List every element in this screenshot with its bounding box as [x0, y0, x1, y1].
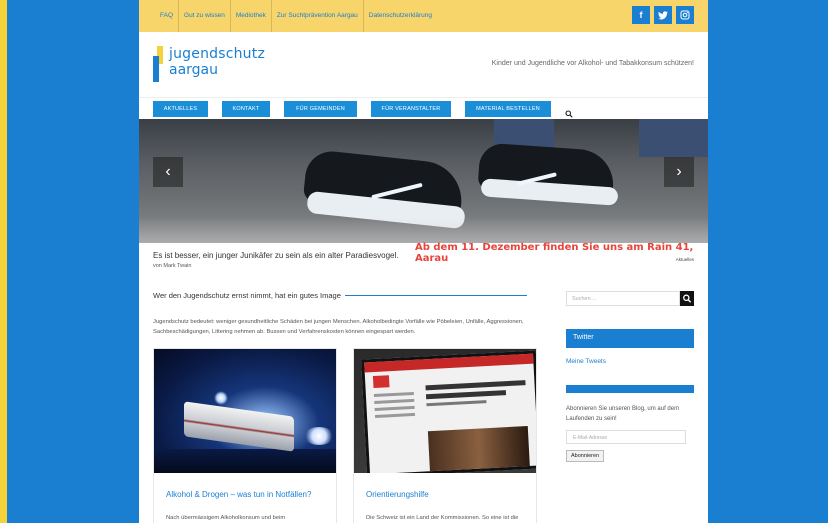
social-links: f	[632, 6, 694, 24]
tablet-screen	[361, 350, 536, 473]
logo-blue-bar	[153, 56, 159, 82]
search-input[interactable]: Suchen ...	[566, 291, 680, 306]
quote-area: Es ist besser, ein junger Junikäfer zu s…	[139, 242, 708, 279]
section-title-rule	[344, 295, 527, 296]
main-nav: AKTUELLES KONTAKT FÜR GEMEINDEN FÜR VERA…	[139, 98, 708, 120]
search-icon[interactable]	[565, 105, 573, 118]
left-accent-stripe	[0, 0, 7, 523]
site-logo[interactable]: jugendschutz aargau	[153, 46, 265, 86]
twitter-icon[interactable]	[654, 6, 672, 24]
site-tagline: Kinder und Jugendliche vor Alkohol- und …	[491, 60, 694, 67]
slider-prev-arrow[interactable]: ‹	[153, 157, 183, 187]
wet-floor-reflection	[139, 217, 708, 243]
post-excerpt: Nach übermässigem Alkoholkonsum und beim	[166, 515, 286, 521]
intro-text: Jugendschutz bedeutet: weniger gesundhei…	[153, 319, 524, 335]
nav-kontakt[interactable]: KONTAKT	[222, 101, 270, 117]
twitter-widget-title: Twitter	[566, 329, 694, 348]
subscribe-widget-header	[566, 385, 694, 393]
post-card[interactable]: Orientierungshilfe Die Schweiz ist ein L…	[353, 348, 537, 523]
facebook-icon[interactable]: f	[632, 6, 650, 24]
sidebar: Suchen ... Twitter Meine Tweets Abonnier…	[566, 291, 694, 462]
post-title[interactable]: Alkohol & Drogen – was tun in Notfällen?	[166, 488, 326, 501]
subscribe-button[interactable]: Abonnieren	[566, 450, 605, 462]
news-category[interactable]: Aktuelles	[676, 257, 694, 262]
swiss-flag	[372, 375, 390, 389]
screen-sidebar	[373, 391, 416, 422]
news-announcement[interactable]: Ab dem 11. Dezember finden Sie uns am Ra…	[415, 242, 708, 264]
sidebar-search: Suchen ...	[566, 291, 694, 306]
post-cards: Alkohol & Drogen – was tun in Notfällen?…	[153, 348, 537, 523]
post-card[interactable]: Alkohol & Drogen – was tun in Notfällen?…	[153, 348, 337, 523]
headlight	[304, 427, 334, 445]
post-excerpt: Die Schweiz ist ein Land der Kommissione…	[366, 515, 519, 521]
quote-author: von Mark Twain	[153, 263, 192, 269]
page-container: FAQ Gut zu wissen Mediothek Zur Suchtprä…	[139, 0, 708, 523]
nav-aktuelles[interactable]: AKTUELLES	[153, 101, 208, 117]
screen-photo	[427, 426, 530, 472]
main-content: Wer den Jugendschutz ernst nimmt, hat ei…	[153, 291, 537, 523]
instagram-icon[interactable]	[676, 6, 694, 24]
screen-heading	[425, 380, 526, 410]
screen-header-bar	[364, 353, 534, 373]
slider-next-arrow[interactable]: ›	[664, 157, 694, 187]
post-image-ambulance[interactable]	[154, 349, 336, 473]
road	[154, 449, 336, 473]
toplink-faq[interactable]: FAQ	[153, 0, 180, 32]
toplink-suchtpraevention[interactable]: Zur Suchtprävention Aargau	[272, 0, 364, 32]
post-image-tablet[interactable]	[354, 349, 536, 473]
nav-material-bestellen[interactable]: MATERIAL BESTELLEN	[465, 101, 551, 117]
toplink-gut-zu-wissen[interactable]: Gut zu wissen	[179, 0, 231, 32]
subscribe-text: Abonnieren Sie unseren Blog, um auf dem …	[566, 406, 680, 422]
search-submit-button[interactable]	[680, 291, 694, 306]
siren-light	[214, 391, 228, 405]
ambulance	[184, 401, 294, 452]
toplink-mediothek[interactable]: Mediothek	[231, 0, 272, 32]
nav-fuer-veranstalter[interactable]: FÜR VERANSTALTER	[371, 101, 451, 117]
post-title[interactable]: Orientierungshilfe	[366, 488, 526, 501]
email-field[interactable]: E-Mail-Adresse	[566, 430, 686, 444]
quote-text: Es ist besser, ein junger Junikäfer zu s…	[153, 251, 399, 260]
nav-fuer-gemeinden[interactable]: FÜR GEMEINDEN	[284, 101, 357, 117]
jeans-right	[639, 119, 708, 157]
my-tweets-link[interactable]: Meine Tweets	[566, 358, 694, 365]
section-title-text: Wer den Jugendschutz ernst nimmt, hat ei…	[153, 291, 341, 300]
hero-slider: ‹ ›	[139, 119, 708, 243]
section-title: Wer den Jugendschutz ernst nimmt, hat ei…	[153, 291, 527, 300]
top-bar: FAQ Gut zu wissen Mediothek Zur Suchtprä…	[139, 0, 708, 32]
toplink-datenschutz[interactable]: Datenschutzerklärung	[364, 0, 437, 32]
logo-text-line1: jugendschutz	[169, 46, 265, 62]
logo-text-line2: aargau	[169, 62, 219, 78]
